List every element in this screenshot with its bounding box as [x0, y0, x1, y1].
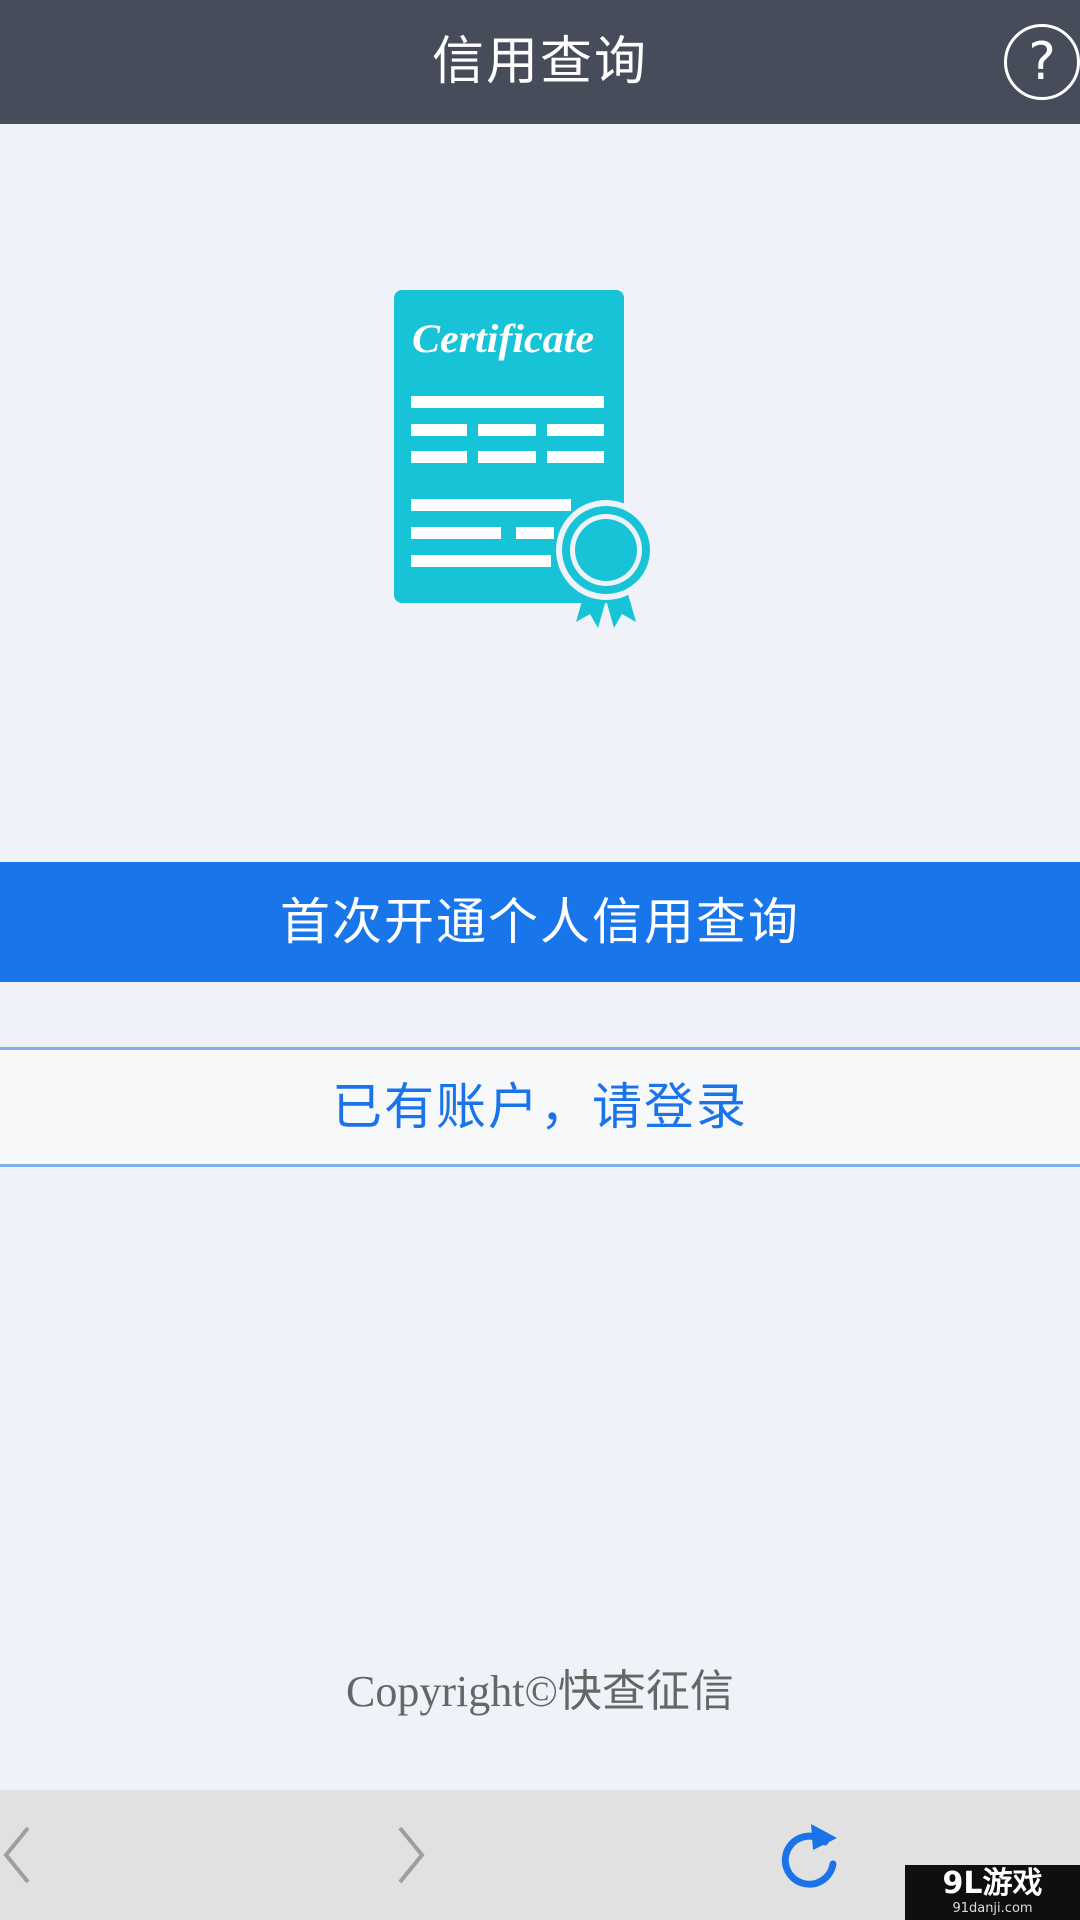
open-credit-query-button[interactable]: 首次开通个人信用查询	[0, 862, 1080, 982]
copyright-text: Copyright©快查征信	[346, 1667, 734, 1716]
page-title: 信用查询	[431, 32, 648, 92]
chevron-left-icon[interactable]	[0, 1820, 62, 1890]
certificate-icon: Certificate	[394, 290, 656, 628]
watermark-logo: 9L游戏 91danji.com	[905, 1865, 1080, 1920]
chevron-right-icon[interactable]	[380, 1820, 450, 1890]
watermark-main-text: 9L游戏	[942, 1866, 1043, 1901]
screen: 信用查询 ? Certificate 首次开通个人信用查询 已有账户，请登录 C…	[0, 0, 1080, 1920]
question-circle-icon[interactable]: ?	[1004, 24, 1080, 100]
certificate-script-text: Certificate	[412, 316, 594, 361]
header-bar: 信用查询 ?	[0, 0, 1080, 124]
watermark-sub-text: 91danji.com	[952, 1901, 1033, 1916]
refresh-icon[interactable]	[775, 1820, 845, 1890]
certificate-seal	[556, 500, 656, 628]
login-button[interactable]: 已有账户，请登录	[0, 1047, 1080, 1167]
certificate-illustration: Certificate	[380, 280, 660, 630]
help-glyph: ?	[1028, 32, 1056, 92]
